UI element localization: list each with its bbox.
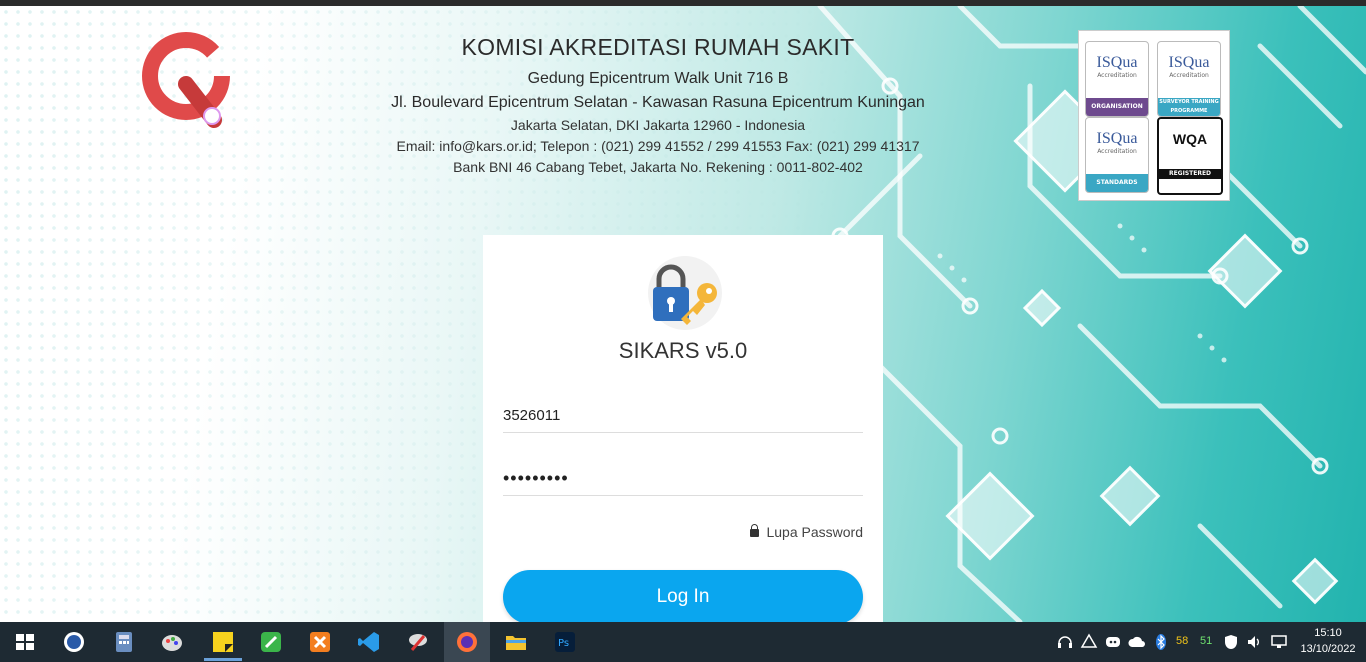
badge-sub: Accreditation: [1097, 148, 1137, 155]
badge-label: ORGANISATION: [1086, 98, 1148, 116]
svg-text:Ps: Ps: [558, 638, 569, 649]
photoshop-icon[interactable]: Ps: [553, 630, 577, 654]
discord-icon[interactable]: [1104, 633, 1122, 651]
badge-label: SURVEYOR TRAINING PROGRAMME: [1158, 98, 1220, 116]
badge-title: ISQua: [1168, 54, 1210, 71]
lock-icon: [750, 524, 760, 537]
xampp-icon[interactable]: [308, 630, 332, 654]
clock-date: 13/10/2022: [1300, 643, 1356, 655]
badge-sub: Accreditation: [1097, 72, 1137, 79]
calculator-icon[interactable]: [112, 630, 136, 654]
paint-icon[interactable]: [160, 630, 184, 654]
forgot-password-label: Lupa Password: [766, 524, 863, 540]
badge-title: ISQua: [1096, 130, 1138, 147]
login-card: SIKARS v5.0 Lupa Password Log In: [483, 235, 883, 635]
file-explorer-icon[interactable]: [504, 630, 528, 654]
cloud-upload-icon[interactable]: [1128, 633, 1146, 651]
isqua-surveyor-badge: ISQua Accreditation SURVEYOR TRAINING PR…: [1157, 41, 1221, 117]
address-line-2: Jl. Boulevard Epicentrum Selatan - Kawas…: [391, 94, 925, 111]
kars-logo: [142, 32, 230, 128]
volume-icon[interactable]: [1246, 633, 1264, 651]
active-indicator: [204, 658, 242, 661]
badge-sub: Accreditation: [1169, 72, 1209, 79]
system-tray: 58 51: [1050, 622, 1300, 662]
address-line-1: Gedung Epicentrum Walk Unit 716 B: [527, 70, 789, 87]
wqa-registered-badge: WQA REGISTERED: [1157, 117, 1223, 195]
lock-key-icon: [648, 256, 722, 330]
tray-counter-1: 58: [1176, 635, 1189, 647]
isqua-standards-badge: ISQua Accreditation STANDARDS: [1085, 117, 1149, 193]
taskbar: Ps 58 51 15:10 13/10/2022: [0, 622, 1366, 662]
vscode-icon[interactable]: [357, 630, 381, 654]
login-button[interactable]: Log In: [503, 570, 863, 624]
app-w-icon[interactable]: [62, 630, 86, 654]
windows-start-icon[interactable]: [13, 630, 37, 654]
accreditation-badges: ISQua Accreditation ORGANISATION ISQua A…: [1078, 30, 1230, 201]
app-title: SIKARS v5.0: [618, 338, 748, 363]
badge-label: STANDARDS: [1086, 174, 1148, 192]
header-info: KOMISI AKREDITASI RUMAH SAKIT Gedung Epi…: [340, 34, 976, 178]
address-line-3: Jakarta Selatan, DKI Jakarta 12960 - Ind…: [510, 117, 806, 133]
tray-counter-2: 51: [1200, 635, 1213, 647]
network-icon[interactable]: [1270, 633, 1288, 651]
badge-title: WQA: [1172, 131, 1208, 147]
firefox-icon[interactable]: [455, 630, 479, 654]
snipping-tool-icon[interactable]: [406, 630, 430, 654]
username-input[interactable]: [503, 398, 863, 433]
sticky-notes-icon[interactable]: [211, 630, 235, 654]
taskbar-clock[interactable]: 15:10 13/10/2022: [1300, 625, 1356, 657]
badge-label: REGISTERED: [1159, 169, 1221, 179]
isqua-organisation-badge: ISQua Accreditation ORGANISATION: [1085, 41, 1149, 117]
security-shield-icon[interactable]: [1222, 633, 1240, 651]
contact-info: Email: info@kars.or.id; Telepon : (021) …: [396, 138, 920, 154]
badge-title: ISQua: [1096, 54, 1138, 71]
forgot-password-link[interactable]: Lupa Password: [750, 524, 863, 540]
google-drive-icon[interactable]: [1080, 633, 1098, 651]
headset-icon[interactable]: [1056, 633, 1074, 651]
bank-info: Bank BNI 46 Cabang Tebet, Jakarta No. Re…: [453, 159, 863, 175]
password-input[interactable]: [503, 461, 863, 496]
clock-time: 15:10: [1314, 627, 1342, 639]
bluetooth-icon[interactable]: [1152, 633, 1170, 651]
org-name: KOMISI AKREDITASI RUMAH SAKIT: [461, 34, 855, 60]
notepad-plus-icon[interactable]: [259, 630, 283, 654]
